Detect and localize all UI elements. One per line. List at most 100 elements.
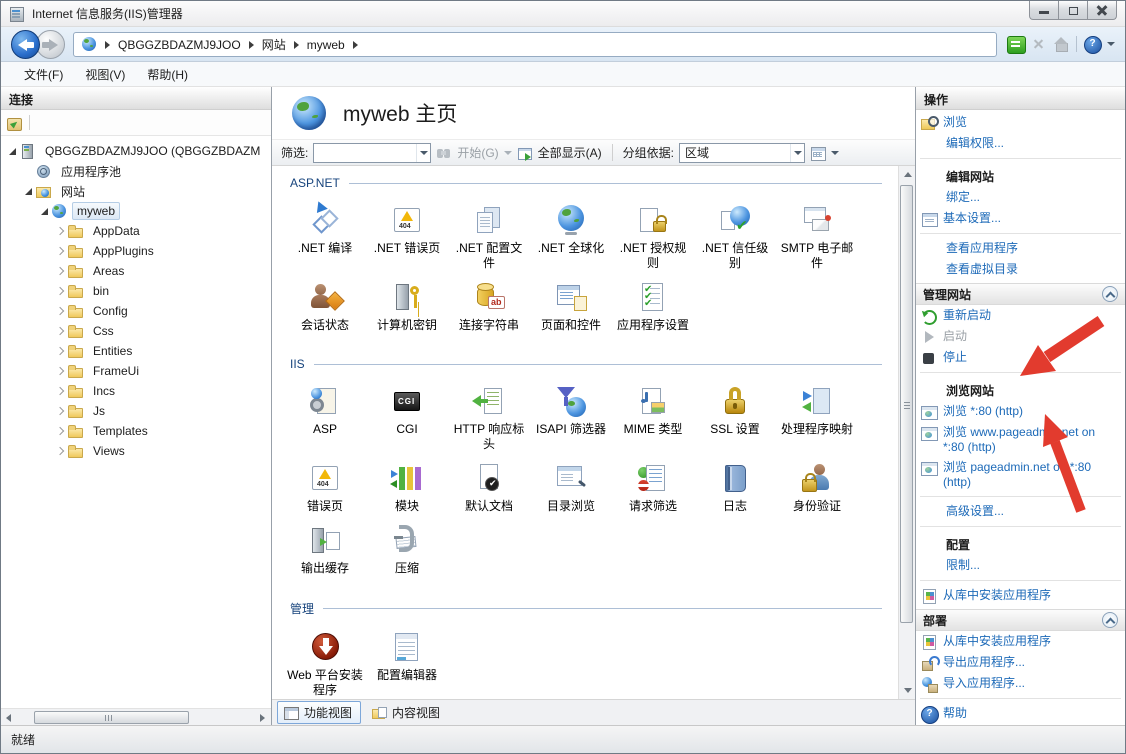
tree-item-templates[interactable]: Templates — [1, 421, 271, 441]
feature-connection-strings[interactable]: 连接字符串 — [448, 275, 530, 337]
action-edit-permissions[interactable]: 编辑权限... — [916, 133, 1125, 154]
expander-icon[interactable] — [54, 428, 67, 434]
action-restart[interactable]: 重新启动 — [916, 305, 1125, 326]
feature-dotnet-profile[interactable]: .NET 配置文件 — [448, 198, 530, 275]
action-basic-settings[interactable]: 基本设置... — [916, 208, 1125, 229]
feature-handler-mappings[interactable]: 处理程序映射 — [776, 379, 858, 456]
tree-item-app-pools[interactable]: 应用程序池 — [1, 161, 271, 181]
feature-directory-browsing[interactable]: 目录浏览 — [530, 456, 612, 518]
feature-machine-key[interactable]: 计算机密钥 — [366, 275, 448, 337]
tree-item-incs[interactable]: Incs — [1, 381, 271, 401]
action-browse-port-80[interactable]: 浏览 *:80 (http) — [916, 401, 1125, 422]
chevron-down-icon[interactable] — [1107, 42, 1115, 46]
menu-item-0[interactable]: 文件(F) — [13, 63, 74, 86]
action-browse-www-pageadmin[interactable]: 浏览 www.pageadmin.net on *:80 (http) — [916, 422, 1125, 457]
action-install-from-gallery[interactable]: 从库中安装应用程序 — [916, 585, 1125, 606]
collapse-chevron-icon[interactable] — [1102, 286, 1118, 302]
breadcrumb[interactable]: QBGGZBDAZMJ9JOO网站myweb — [73, 32, 997, 57]
expander-icon[interactable] — [54, 368, 67, 374]
tree-item-config[interactable]: Config — [1, 301, 271, 321]
feature-output-caching[interactable]: 输出缓存 — [284, 518, 366, 580]
action-import-application[interactable]: 导入应用程序... — [916, 673, 1125, 694]
chevron-down-icon[interactable] — [831, 151, 839, 155]
feature-modules[interactable]: 模块 — [366, 456, 448, 518]
expander-icon[interactable] — [6, 148, 19, 155]
action-advanced-settings[interactable]: 高级设置... — [916, 501, 1125, 522]
breadcrumb-item[interactable]: myweb — [307, 38, 345, 52]
forward-button[interactable] — [36, 30, 65, 59]
action-browse[interactable]: 浏览 — [916, 112, 1125, 133]
action-view-applications[interactable]: 查看应用程序 — [916, 238, 1125, 259]
tree-item-appplugins[interactable]: AppPlugins — [1, 241, 271, 261]
feature-pages-and-controls[interactable]: 页面和控件 — [530, 275, 612, 337]
group-by-combobox[interactable]: 区域 — [679, 143, 805, 163]
feature-cgi[interactable]: CGI — [366, 379, 448, 456]
vertical-scrollbar[interactable] — [898, 166, 915, 699]
close-button[interactable] — [1087, 1, 1117, 20]
feature-compression[interactable]: 压缩 — [366, 518, 448, 580]
action-install-from-gallery-2[interactable]: 从库中安装应用程序 — [916, 631, 1125, 652]
filter-combobox[interactable] — [313, 143, 431, 163]
expander-icon[interactable] — [54, 228, 67, 234]
action-stop[interactable]: 停止 — [916, 347, 1125, 368]
feature-request-filtering[interactable]: 请求筛选 — [612, 456, 694, 518]
feature-application-settings[interactable]: 应用程序设置 — [612, 275, 694, 337]
tree-item-server[interactable]: QBGGZBDAZMJ9JOO (QBGGZBDAZM — [1, 141, 271, 161]
chevron-down-icon[interactable] — [504, 151, 512, 155]
help-icon[interactable] — [1084, 36, 1100, 52]
feature-dotnet-trust-levels[interactable]: .NET 信任级别 — [694, 198, 776, 275]
feature-authentication[interactable]: 身份验证 — [776, 456, 858, 518]
action-online-help[interactable]: 联机帮助 — [916, 724, 1125, 725]
feature-asp[interactable]: ASP — [284, 379, 366, 456]
tab-content-view[interactable]: 内容视图 — [365, 701, 449, 724]
menu-item-2[interactable]: 帮助(H) — [136, 63, 199, 86]
breadcrumb-item[interactable]: QBGGZBDAZMJ9JOO — [118, 38, 241, 52]
expander-icon[interactable] — [54, 308, 67, 314]
go-button[interactable]: 开始(G) — [457, 144, 498, 161]
minimize-button[interactable] — [1029, 1, 1059, 20]
scroll-left-button[interactable] — [1, 709, 18, 726]
feature-isapi-filters[interactable]: ISAPI 筛选器 — [530, 379, 612, 456]
action-start[interactable]: 启动 — [916, 326, 1125, 347]
view-style-icon[interactable] — [810, 145, 826, 161]
expander-icon[interactable] — [54, 388, 67, 394]
feature-mime-types[interactable]: MIME 类型 — [612, 379, 694, 456]
tree-item-css[interactable]: Css — [1, 321, 271, 341]
feature-error-pages[interactable]: 错误页 — [284, 456, 366, 518]
chevron-down-icon[interactable] — [416, 144, 430, 162]
tree-item-views[interactable]: Views — [1, 441, 271, 461]
tree-item-frameui[interactable]: FrameUi — [1, 361, 271, 381]
feature-smtp-email[interactable]: SMTP 电子邮件 — [776, 198, 858, 275]
chevron-down-icon[interactable] — [790, 144, 804, 162]
refresh-icon[interactable] — [1007, 36, 1023, 52]
feature-configuration-editor[interactable]: 配置编辑器 — [366, 625, 448, 699]
feature-ssl-settings[interactable]: SSL 设置 — [694, 379, 776, 456]
home-icon[interactable] — [1053, 36, 1069, 52]
scrollbar-thumb[interactable] — [34, 711, 189, 724]
expander-icon[interactable] — [54, 248, 67, 254]
save-connections-icon[interactable] — [6, 115, 22, 131]
tree-item-bin[interactable]: bin — [1, 281, 271, 301]
feature-dotnet-authorization-rules[interactable]: .NET 授权规则 — [612, 198, 694, 275]
horizontal-scrollbar[interactable] — [1, 708, 271, 725]
collapse-chevron-icon[interactable] — [1102, 612, 1118, 628]
scrollbar-thumb[interactable] — [900, 185, 913, 623]
scroll-right-button[interactable] — [254, 709, 271, 726]
expander-icon[interactable] — [54, 348, 67, 354]
expander-icon[interactable] — [54, 328, 67, 334]
back-button[interactable] — [11, 30, 40, 59]
show-all-button[interactable]: 全部显示(A) — [538, 144, 602, 161]
action-limits[interactable]: 限制... — [916, 555, 1125, 576]
action-browse-pageadmin[interactable]: 浏览 pageadmin.net on *:80 (http) — [916, 457, 1125, 492]
stop-request-icon[interactable] — [1030, 36, 1046, 52]
feature-web-platform-installer[interactable]: Web 平台安装程序 — [284, 625, 366, 699]
action-bindings[interactable]: 绑定... — [916, 187, 1125, 208]
tree-item-sites[interactable]: 网站 — [1, 181, 271, 201]
feature-dotnet-globalization[interactable]: .NET 全球化 — [530, 198, 612, 275]
expander-icon[interactable] — [54, 268, 67, 274]
restore-button[interactable] — [1058, 1, 1088, 20]
tree-item-appdata[interactable]: AppData — [1, 221, 271, 241]
expander-icon[interactable] — [54, 408, 67, 414]
feature-http-response-headers[interactable]: HTTP 响应标头 — [448, 379, 530, 456]
feature-dotnet-compilation[interactable]: .NET 编译 — [284, 198, 366, 275]
